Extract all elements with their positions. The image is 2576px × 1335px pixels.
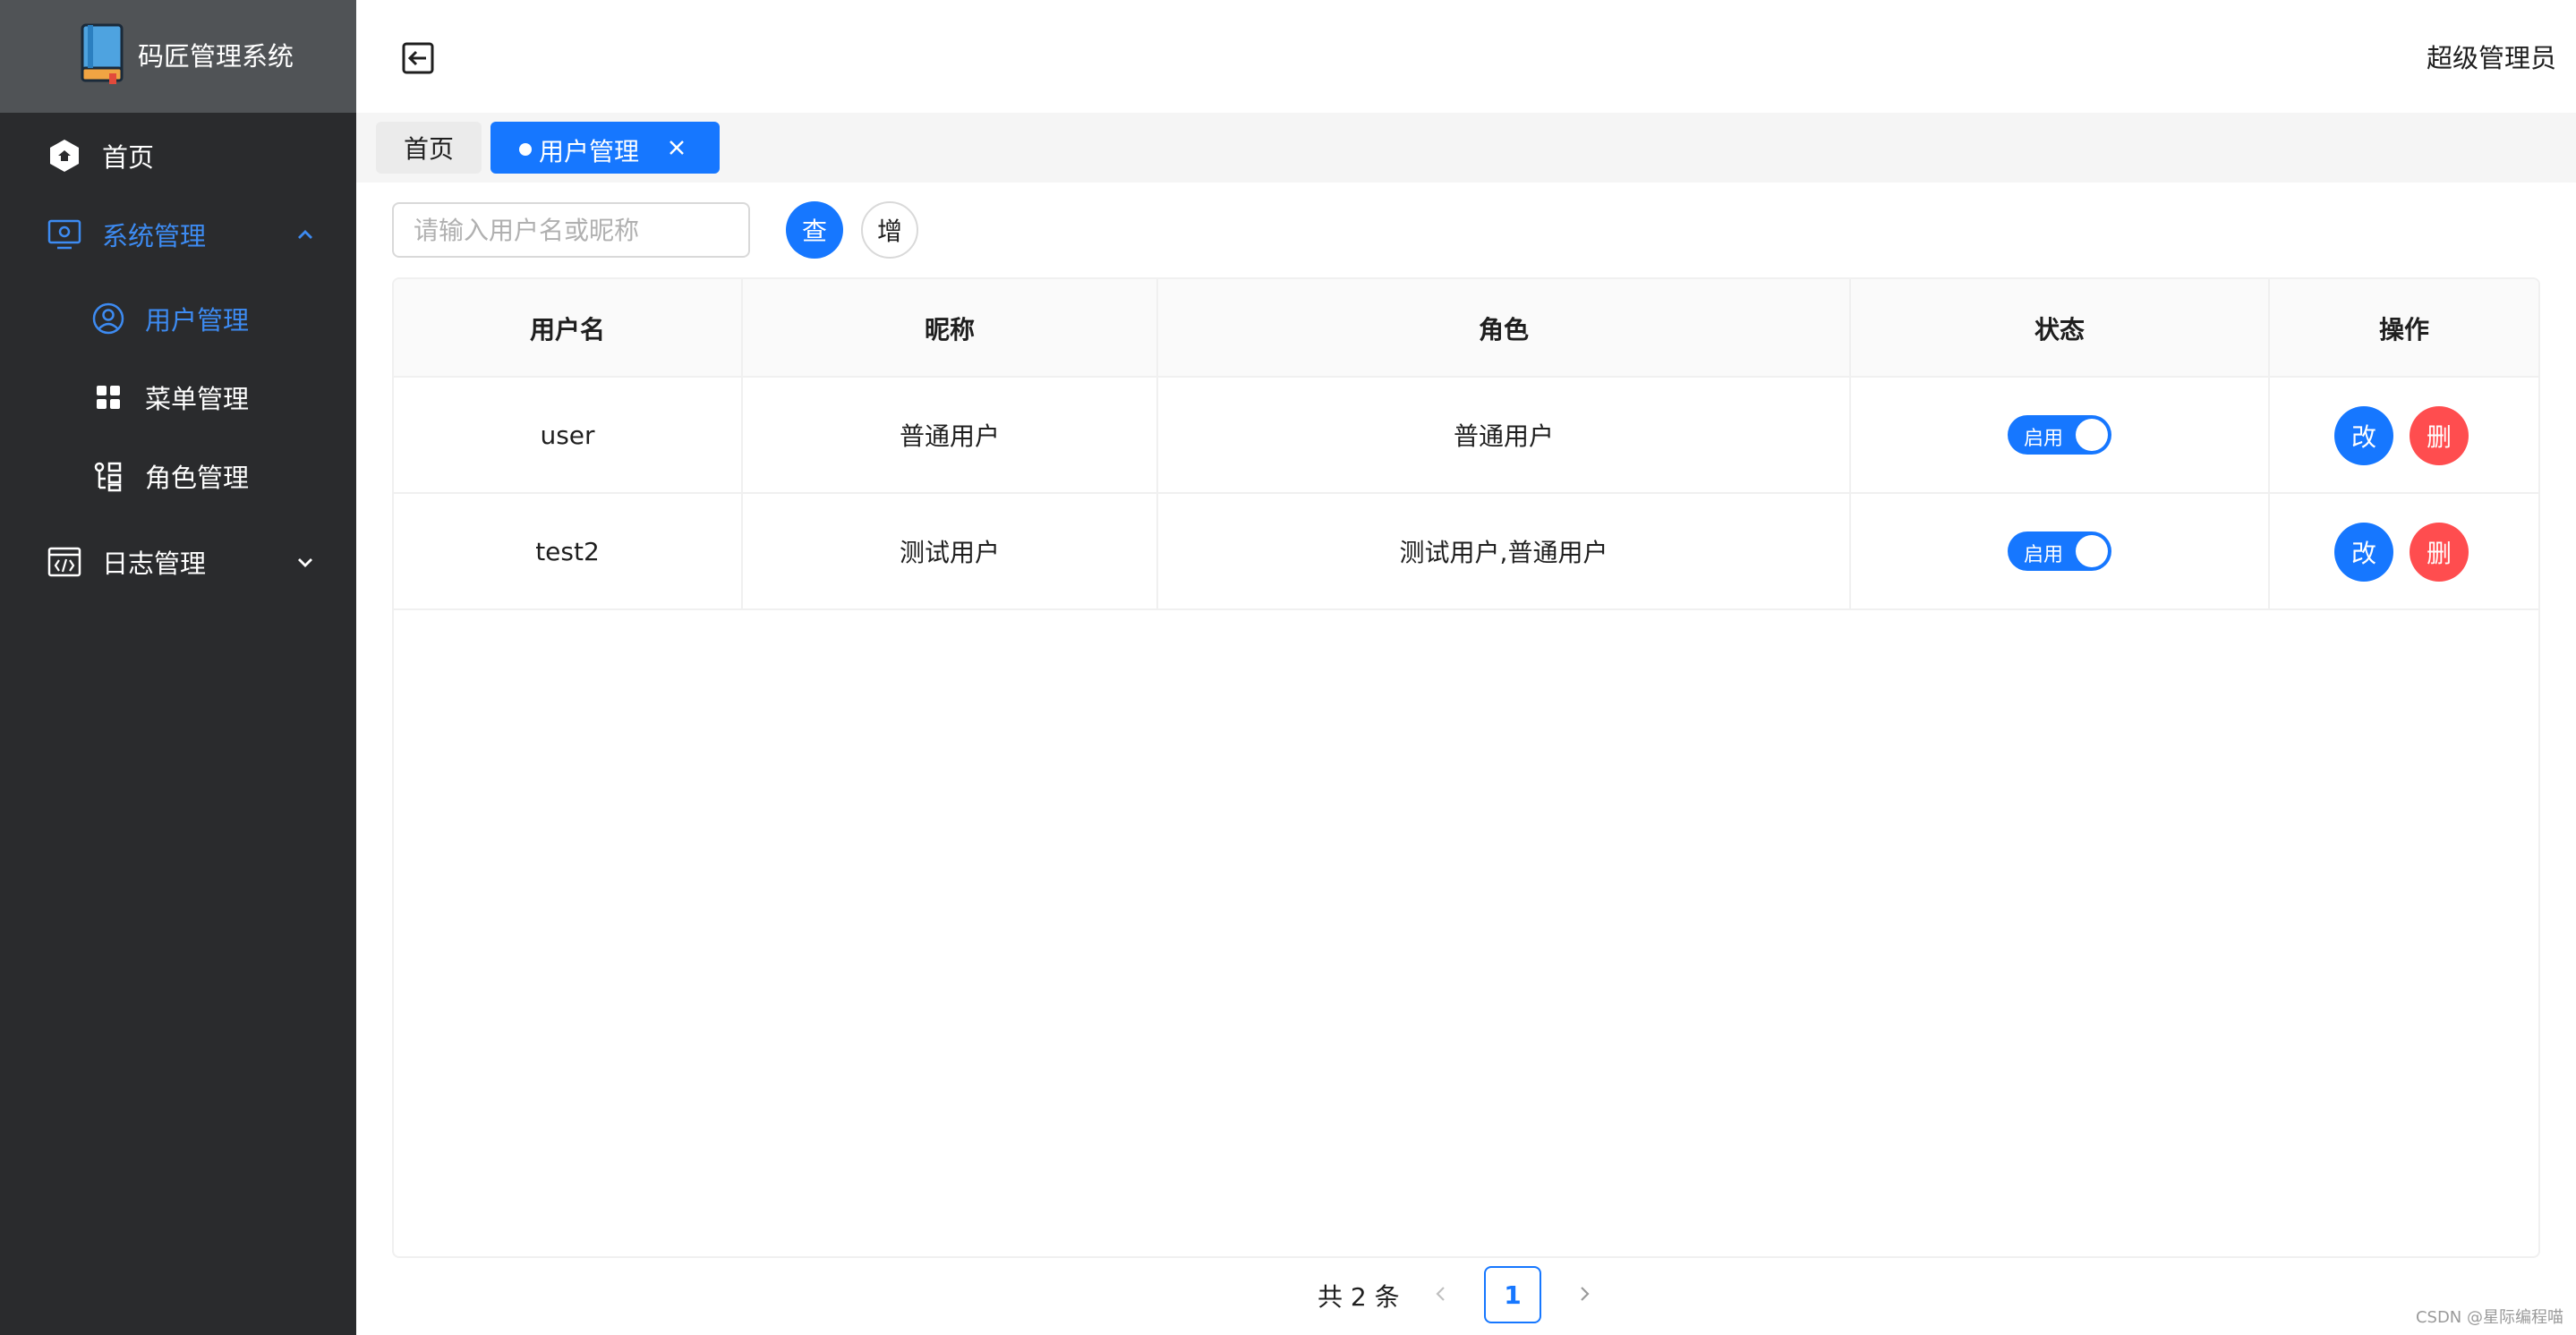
tab-user-management[interactable]: 用户管理 [490, 122, 720, 174]
tab-label: 首页 [403, 134, 454, 164]
sidebar-item-label: 首页 [102, 142, 155, 173]
sidebar-item-users[interactable]: 用户管理 [0, 283, 356, 354]
sidebar-item-system[interactable]: 系统管理 [0, 199, 356, 270]
delete-button[interactable]: 删 [2410, 406, 2469, 465]
sidebar-item-label: 用户管理 [145, 305, 250, 336]
page-number-button[interactable]: 1 [1484, 1266, 1541, 1323]
column-header-role: 角色 [1158, 279, 1851, 378]
watermark: CSDN @星际编程喵 [2415, 1308, 2563, 1327]
toggle-knob [2076, 535, 2108, 567]
cell-status: 启用 [1851, 494, 2270, 608]
chevron-right-icon[interactable] [1572, 1281, 1597, 1306]
column-header-nickname: 昵称 [743, 279, 1158, 378]
sidebar-item-label: 日志管理 [102, 548, 207, 579]
pagination-total: 共 2 条 [1318, 1282, 1400, 1312]
column-header-actions: 操作 [2378, 315, 2429, 344]
status-toggle-label: 启用 [2024, 428, 2064, 450]
status-toggle-label: 启用 [2024, 544, 2064, 566]
edit-button[interactable]: 改 [2334, 406, 2393, 465]
sidebar-item-roles[interactable]: 角色管理 [0, 440, 356, 512]
edit-button[interactable]: 改 [2334, 523, 2393, 582]
grid-menu-icon [97, 386, 120, 409]
book-logo-icon [81, 23, 124, 84]
toggle-knob [2076, 419, 2108, 451]
hexagon-home-icon [50, 140, 79, 172]
user-name[interactable]: 超级管理员 [2427, 38, 2556, 75]
delete-button[interactable]: 删 [2410, 523, 2469, 582]
sidebar-item-label: 角色管理 [145, 463, 250, 493]
collapse-sidebar-icon[interactable] [401, 41, 435, 75]
monitor-settings-icon [47, 219, 81, 250]
user-circle-icon [92, 302, 124, 335]
cell-username: test2 [394, 494, 743, 608]
tab-label: 用户管理 [539, 137, 640, 166]
status-toggle[interactable]: 启用 [2008, 531, 2111, 571]
sidebar-item-home[interactable]: 首页 [0, 120, 356, 191]
chevron-down-icon [298, 558, 312, 567]
sidebar-item-logs[interactable]: 日志管理 [0, 526, 356, 598]
app-title: 码匠管理系统 [138, 41, 294, 72]
sidebar-item-label: 菜单管理 [145, 384, 250, 414]
chevron-left-icon[interactable] [1429, 1281, 1454, 1306]
close-icon[interactable] [666, 137, 687, 158]
user-table: 用户名 昵称 角色 状态 操作 user 普通用户 普通用户 启用 改 删 te… [392, 277, 2540, 1258]
cell-actions: 改 删 [2270, 378, 2538, 492]
chevron-up-icon [298, 230, 312, 239]
code-log-icon [47, 547, 81, 577]
cell-roles: 普通用户 [1158, 378, 1851, 492]
active-dot-icon [519, 143, 532, 156]
search-button[interactable]: 查 [786, 201, 843, 259]
table-row: test2 测试用户 测试用户,普通用户 启用 改 删 [394, 494, 2538, 610]
logo-bar: 码匠管理系统 [0, 0, 356, 113]
table-header: 用户名 昵称 角色 状态 操作 [394, 279, 2538, 378]
sidebar: 码匠管理系统 首页 系统管理 用户管理 菜单管理 角色管理 日志管理 [0, 0, 356, 1335]
add-user-button[interactable]: 增 [861, 201, 918, 259]
sidebar-item-label: 系统管理 [102, 221, 207, 251]
cell-nickname: 测试用户 [743, 494, 1158, 608]
column-header-status: 状态 [1851, 279, 2270, 378]
cell-nickname: 普通用户 [743, 378, 1158, 492]
cell-roles: 测试用户,普通用户 [1158, 494, 1851, 608]
sidebar-item-menus[interactable]: 菜单管理 [0, 361, 356, 433]
cell-username: user [394, 378, 743, 492]
search-input[interactable] [392, 202, 750, 258]
cell-status: 启用 [1851, 378, 2270, 492]
cell-actions: 改 删 [2270, 494, 2538, 608]
status-toggle[interactable]: 启用 [2008, 415, 2111, 455]
column-header-username: 用户名 [394, 279, 743, 378]
top-header [356, 0, 2576, 113]
role-list-icon [94, 462, 122, 492]
tab-home[interactable]: 首页 [376, 122, 482, 174]
table-row: user 普通用户 普通用户 启用 改 删 [394, 378, 2538, 494]
